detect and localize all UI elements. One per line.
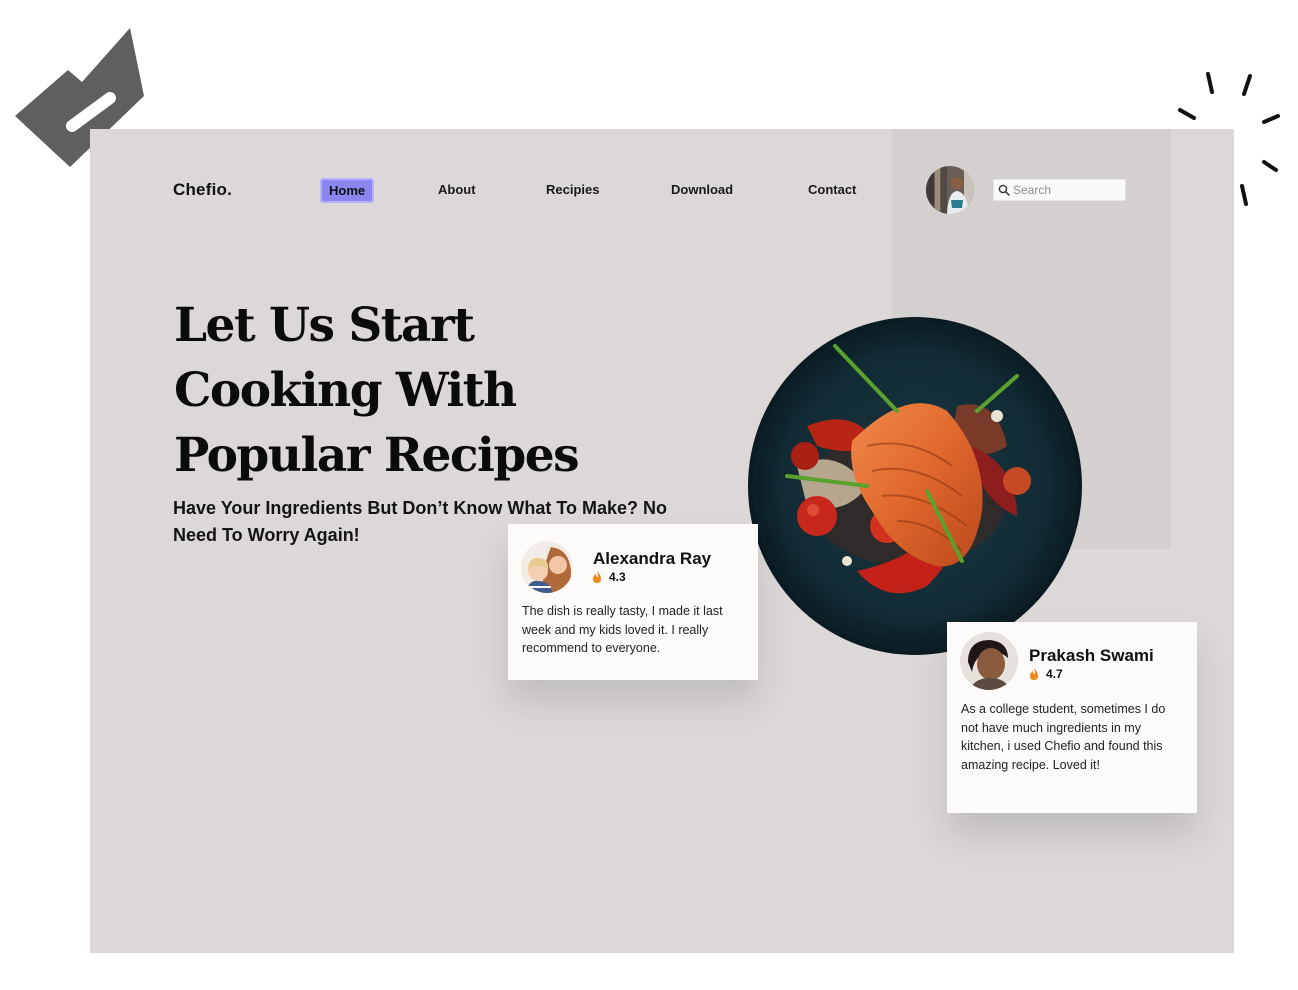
hero-frame: Chefio. Home About Recipies Download Con… xyxy=(90,129,1234,953)
hero-title: Let Us Start Cooking With Popular Recipe… xyxy=(174,298,580,483)
nav-about[interactable]: About xyxy=(438,182,476,197)
nav-contact[interactable]: Contact xyxy=(808,182,856,197)
review-card: Alexandra Ray 4.3 The dish is really tas… xyxy=(508,524,758,680)
reviewer-avatar xyxy=(521,541,573,593)
review-card: Prakash Swami 4.7 As a college student, … xyxy=(947,622,1197,813)
user-avatar[interactable] xyxy=(926,166,974,214)
flame-icon xyxy=(1030,668,1038,680)
reviewer-name: Prakash Swami xyxy=(1029,646,1154,665)
reviewer-avatar xyxy=(960,632,1018,690)
review-text: The dish is really tasty, I made it last… xyxy=(522,604,723,655)
brand-logo[interactable]: Chefio. xyxy=(173,180,232,200)
reviewer-rating: 4.3 xyxy=(592,570,626,584)
search-icon xyxy=(998,184,1010,196)
nav-recipies[interactable]: Recipies xyxy=(546,182,599,197)
reviewer-name: Alexandra Ray xyxy=(593,549,712,568)
flame-icon xyxy=(593,571,601,583)
salmon-dish-image xyxy=(748,317,1082,655)
nav-home[interactable]: Home xyxy=(320,178,375,203)
search-input[interactable] xyxy=(1013,183,1123,197)
search-bar[interactable] xyxy=(993,179,1126,201)
review-text: As a college student, sometimes I do not… xyxy=(961,702,1166,772)
nav-download[interactable]: Download xyxy=(671,182,733,197)
rating-value: 4.3 xyxy=(609,570,626,584)
reviewer-rating: 4.7 xyxy=(1029,667,1063,681)
rating-value: 4.7 xyxy=(1046,667,1063,681)
